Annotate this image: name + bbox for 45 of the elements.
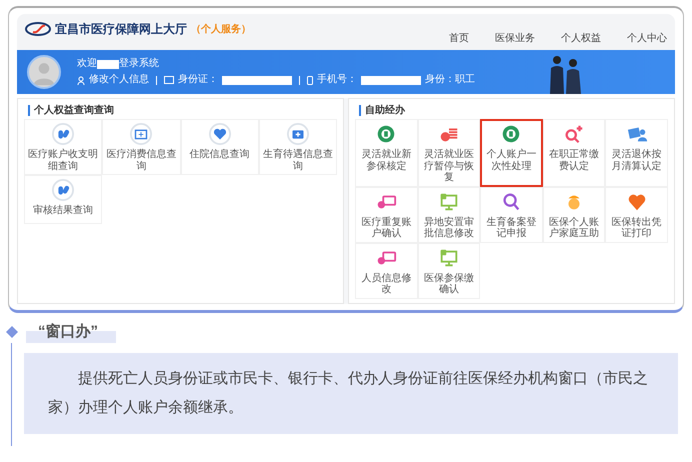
service-link[interactable]: 医疗账户收支明细查询: [24, 119, 102, 175]
service-link[interactable]: 异地安置审批信息修改: [418, 186, 480, 242]
service-link[interactable]: 生育待遇信息查询: [258, 119, 337, 175]
edit-profile-link[interactable]: 修改个人信息: [89, 74, 149, 86]
service-link[interactable]: 灵活退休按月清算认定: [605, 119, 668, 186]
service-link[interactable]: 医疗消费信息查询: [102, 119, 180, 175]
service-link[interactable]: 在职正常缴费认定: [542, 119, 606, 186]
id-label: 身份证：: [178, 74, 218, 86]
nav-link[interactable]: 医保业务: [495, 31, 535, 46]
avatar-icon: [27, 55, 61, 89]
user-icon: [77, 76, 85, 84]
magnifier-plus-icon: [563, 123, 586, 145]
service-link[interactable]: 生育备案登记申报: [480, 186, 543, 242]
panel-title: 个人权益查询查询: [28, 105, 337, 116]
nav-link[interactable]: 个人权益: [561, 31, 601, 46]
identity-text: 身份：职工: [425, 74, 475, 86]
panel-title: 自助经办: [359, 105, 668, 116]
phone-label: 手机号：: [317, 74, 357, 86]
service-link[interactable]: 灵活就业新参保核定: [355, 119, 418, 186]
service-link[interactable]: 灵活就业医疗暂停与恢复: [418, 119, 480, 186]
service-link[interactable]: 医保个人账户家庭互助: [542, 186, 606, 242]
redaction-mark: [97, 60, 119, 68]
service-link[interactable]: 住院信息查询: [180, 119, 259, 175]
id-card-icon: [164, 76, 174, 84]
medical-kit-icon: [130, 123, 152, 145]
service-link[interactable]: 人员信息修改: [355, 242, 418, 298]
logo-icon: [25, 22, 51, 36]
diamond-icon: [6, 326, 18, 338]
site-subtitle: （个人服务）: [191, 22, 251, 36]
service-link[interactable]: 医保参保缴确认: [418, 242, 480, 298]
service-link[interactable]: 审核结果查询: [24, 175, 102, 224]
nav-link[interactable]: 个人中心: [627, 31, 667, 46]
redaction-mark: [222, 76, 292, 84]
nav-link[interactable]: 首页: [449, 31, 469, 46]
welcome-text: 登录系统: [119, 58, 159, 70]
site-title: 宜昌市医疗保障网上大厅: [55, 21, 187, 38]
phone-icon: [307, 76, 313, 84]
redaction-mark: [361, 76, 421, 84]
service-link[interactable]: 医保转出凭证打印: [605, 186, 668, 242]
service-link[interactable]: 个人账户一次性处理: [480, 119, 543, 186]
welcome-text: 欢迎: [77, 58, 97, 70]
medical-bag-icon: [286, 123, 309, 145]
service-link[interactable]: 医疗重复账户确认: [355, 186, 418, 242]
section-heading: “窗口办”: [26, 320, 116, 343]
instruction-paragraph: 提供死亡人员身份证或市民卡、银行卡、代办人身份证前往医保经办机构窗口（市民之家）办理个人账户余额继承。: [24, 353, 678, 434]
